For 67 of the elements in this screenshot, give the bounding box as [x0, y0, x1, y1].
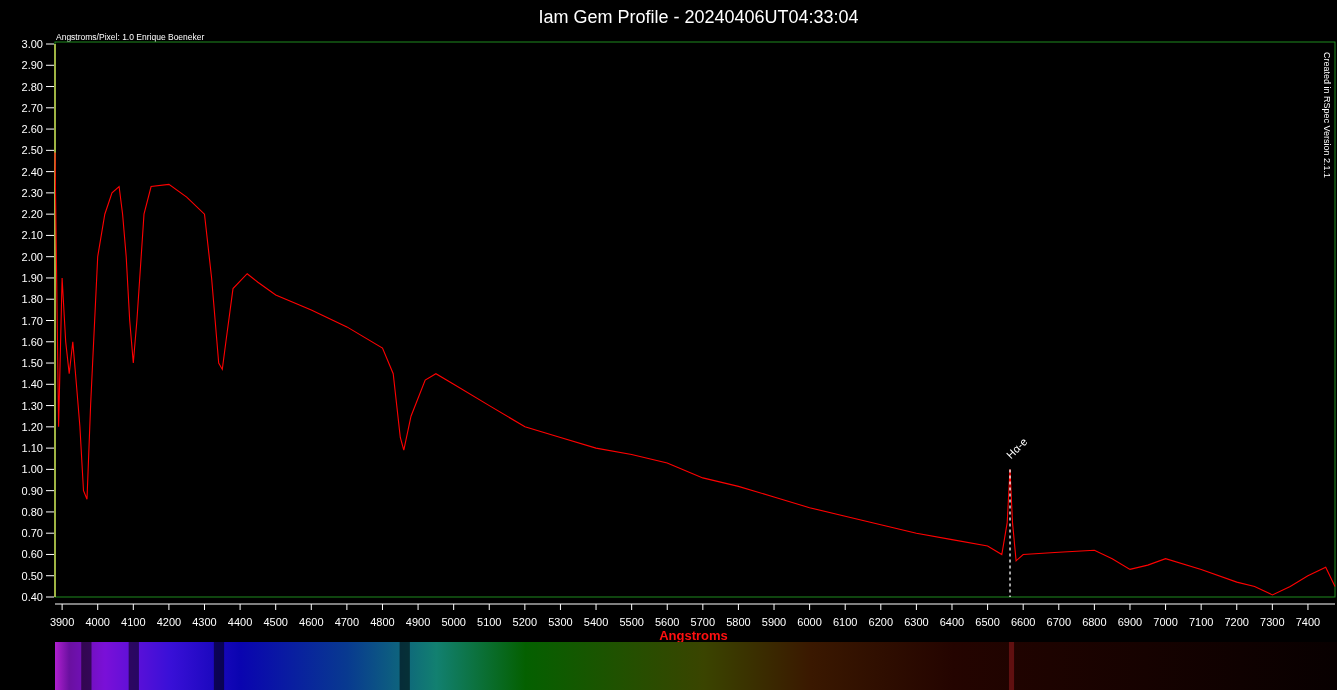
x-tick-label: 6800 [1082, 616, 1107, 628]
y-tick-label: 1.90 [21, 271, 43, 284]
x-tick-label: 6600 [1010, 616, 1036, 628]
y-tick-label: 1.60 [21, 335, 43, 348]
y-tick-label: 2.90 [21, 59, 43, 72]
x-tick-label: 3900 [49, 616, 75, 628]
x-tick-label: 4200 [156, 616, 182, 628]
x-tick-label: 7200 [1224, 616, 1249, 628]
y-tick-label: 2.00 [21, 250, 43, 263]
x-tick-label: 4600 [299, 616, 324, 628]
x-tick-label: 6200 [868, 616, 894, 628]
x-tick-label: 6100 [832, 616, 858, 628]
x-tick-label: 5900 [761, 616, 787, 628]
x-tick-label: 6500 [975, 616, 1000, 628]
y-tick-label: 2.20 [21, 208, 43, 221]
x-tick-label: 6400 [939, 616, 965, 628]
x-tick-label: 5100 [477, 616, 502, 628]
x-tick-label: 4000 [85, 616, 110, 628]
x-tick-label: 4700 [334, 616, 360, 628]
x-tick-label: 4100 [121, 616, 146, 628]
x-tick-label: 5000 [441, 616, 466, 628]
x-tick-label: 7300 [1260, 616, 1285, 628]
y-tick-label: 1.40 [21, 378, 43, 391]
y-tick-label: 2.10 [21, 229, 43, 242]
y-tick-label: 2.30 [21, 186, 43, 199]
y-tick-label: 1.80 [21, 293, 43, 306]
y-tick-label: 0.90 [21, 484, 43, 497]
x-tick-label: 5200 [512, 616, 538, 628]
y-tick-label: 1.50 [21, 357, 43, 370]
x-tick-label: 4300 [192, 616, 217, 628]
x-tick-label: 5700 [690, 616, 716, 628]
credit-text: Created in RSpec Version 2.1.1 [1322, 52, 1332, 179]
x-tick-label: 4900 [405, 616, 431, 628]
y-tick-label: 0.50 [21, 569, 43, 582]
y-tick-label: 0.80 [21, 505, 43, 518]
y-tick-label: 2.40 [21, 165, 43, 178]
y-tick-label: 1.10 [21, 442, 43, 455]
y-tick-label: 2.50 [21, 144, 43, 157]
x-tick-label: 5600 [655, 616, 680, 628]
x-tick-label: 7100 [1188, 616, 1214, 628]
chart-title: Iam Gem Profile - 20240406UT04:33:04 [537, 6, 859, 28]
y-tick-label: 1.20 [21, 420, 43, 433]
x-tick-label: 6700 [1046, 616, 1071, 628]
y-tick-label: 1.70 [21, 314, 43, 327]
y-tick-label: 0.60 [21, 548, 43, 561]
y-tick-label: 1.30 [21, 399, 43, 412]
x-axis-label: Angstroms [659, 627, 728, 643]
x-tick-label: 7000 [1153, 616, 1178, 628]
y-tick-label: 2.70 [21, 101, 43, 114]
y-tick-label: 0.70 [21, 527, 43, 540]
x-tick-label: 5800 [726, 616, 751, 628]
caption: Angstroms/Pixel: 1.0 Enrique Boeneker [56, 32, 205, 42]
x-tick-label: 6300 [904, 616, 929, 628]
x-tick-label: 7400 [1295, 616, 1321, 628]
x-tick-label: 4800 [370, 616, 395, 628]
x-tick-label: 6000 [797, 616, 822, 628]
x-tick-label: 5500 [619, 616, 644, 628]
x-tick-label: 5300 [548, 616, 573, 628]
x-tick-label: 4400 [227, 616, 253, 628]
y-tick-label: 2.60 [21, 123, 43, 136]
x-tick-label: 4500 [263, 616, 288, 628]
y-tick-label: 2.80 [21, 80, 43, 93]
y-tick-label: 1.00 [21, 463, 43, 476]
y-tick-label: 0.40 [21, 591, 43, 603]
x-tick-label: 5400 [583, 616, 609, 628]
x-tick-label: 6900 [1117, 616, 1143, 628]
y-tick-label: 3.00 [21, 38, 43, 50]
